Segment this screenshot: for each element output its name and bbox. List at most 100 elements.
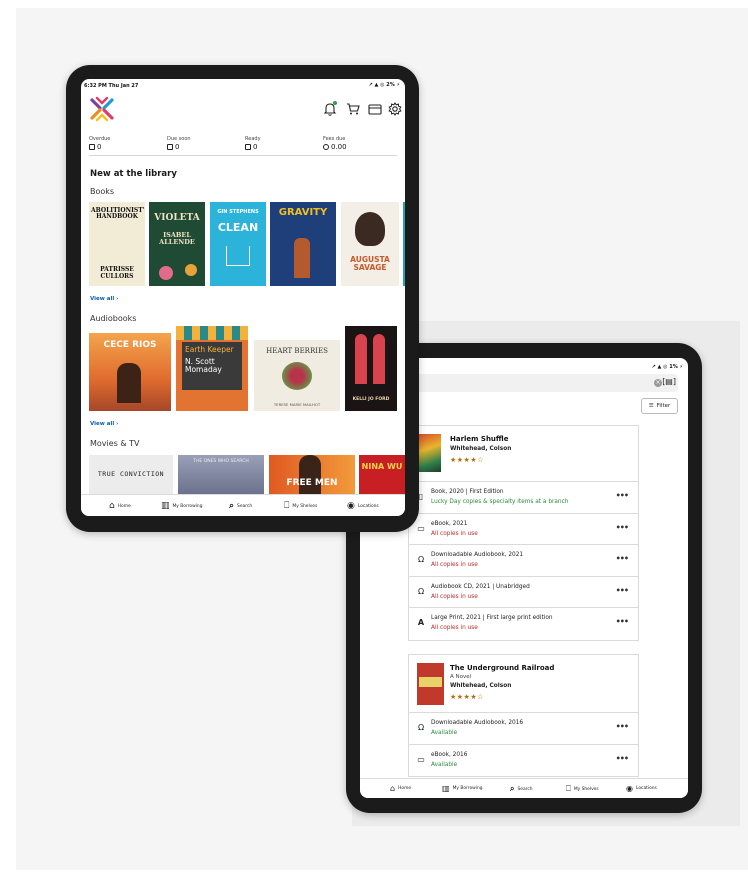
format-label: Book, 2020 | First Edition — [431, 489, 504, 495]
stat-overdue[interactable]: Overdue 0 — [89, 136, 110, 151]
result-card-harlem-shuffle[interactable]: Harlem Shuffle Whitehead, Colson ★★★★☆ ▯… — [408, 425, 639, 641]
cover-author: KELLI JO FORD — [352, 397, 390, 403]
status-icons: ↗ ▲ ◎ 1% ⚡ — [651, 364, 683, 370]
format-row[interactable]: ▭ eBook, 2016 Available ••• — [409, 745, 638, 777]
tab-label: My Borrowing — [452, 786, 483, 791]
bookmark-icon: ⎕ — [284, 501, 290, 511]
tab-my-borrowing[interactable]: ▥ My Borrowing — [442, 784, 483, 793]
view-all-books-link[interactable]: View all › — [90, 296, 118, 302]
filter-label: Filter — [656, 403, 671, 409]
more-options-icon[interactable]: ••• — [616, 523, 629, 532]
tab-label: Home — [117, 503, 131, 509]
stat-value: 0.00 — [331, 143, 347, 151]
tab-locations[interactable]: ◉ Locations — [347, 501, 379, 511]
home-screen: 6:32 PM Thu Jan 27 ↗ ▲ ◎ 2% ⚡ Overdue 0 … — [81, 79, 405, 516]
format-row[interactable]: ▭ eBook, 2021 All copies in use ••• — [409, 514, 638, 546]
status-icons: ↗ ▲ ◎ 2% ⚡ — [368, 82, 400, 88]
tab-home[interactable]: ⌂ Home — [390, 784, 411, 793]
tab-search[interactable]: ⌕ Search — [510, 784, 533, 794]
format-label: Downloadable Audiobook, 2016 — [431, 720, 524, 726]
account-stats: Overdue 0 Due soon 0 Ready 0 Fees due 0.… — [89, 136, 397, 156]
more-options-icon[interactable]: ••• — [616, 722, 629, 731]
borrowing-icon: ▥ — [442, 784, 450, 793]
result-header[interactable]: Harlem Shuffle Whitehead, Colson ★★★★☆ — [409, 426, 638, 482]
tab-my-shelves[interactable]: ⎕ My Shelves — [284, 501, 317, 511]
tab-my-shelves[interactable]: ⎕ My Shelves — [566, 784, 599, 794]
stat-ready[interactable]: Ready 0 — [245, 136, 261, 151]
star-rating: ★★★★☆ — [450, 693, 484, 701]
library-card-icon[interactable] — [367, 101, 383, 117]
tab-label: My Shelves — [573, 786, 599, 792]
result-author[interactable]: Whitehead, Colson — [450, 683, 511, 689]
barcode-scan-icon[interactable]: [▤] — [662, 377, 676, 386]
clock-icon — [89, 144, 95, 150]
stat-fees-due[interactable]: Fees due 0.00 — [323, 136, 347, 151]
book-cover[interactable]: AUGUSTA SAVAGE — [341, 202, 399, 286]
book-cover[interactable]: VIOLETA ISABEL ALLENDE — [149, 202, 205, 286]
tab-locations[interactable]: ◉ Locations — [626, 784, 657, 793]
book-cover-partial[interactable] — [403, 202, 405, 286]
more-options-icon[interactable]: ••• — [616, 554, 629, 563]
hold-shelf-icon — [245, 144, 251, 150]
availability-status: Lucky Day copies & specialty items at a … — [431, 499, 569, 505]
more-options-icon[interactable]: ••• — [616, 754, 629, 763]
more-options-icon[interactable]: ••• — [616, 617, 629, 626]
cover-title: CECE RIOS — [103, 340, 157, 350]
dollar-icon — [323, 144, 329, 150]
filter-button[interactable]: ☰ Filter — [641, 398, 678, 414]
audiobook-cover[interactable]: KELLI JO FORD — [345, 326, 397, 411]
tab-home[interactable]: ⌂ Home — [109, 501, 131, 511]
more-options-icon[interactable]: ••• — [616, 586, 629, 595]
format-row[interactable]: A Large Print, 2021 | First large print … — [409, 608, 638, 640]
format-row[interactable]: ▯ Book, 2020 | First Edition Lucky Day c… — [409, 482, 638, 514]
tab-label: Search — [517, 786, 533, 792]
tab-search[interactable]: ⌕ Search — [229, 501, 252, 511]
status-time: 6:32 PM Thu Jan 27 — [84, 83, 139, 89]
audiobook-cover[interactable]: Earth Keeper N. Scott Momaday — [176, 326, 248, 411]
cover-title: AUGUSTA SAVAGE — [350, 255, 390, 272]
result-header[interactable]: The Underground Railroad A Novel Whitehe… — [409, 655, 638, 713]
cart-icon[interactable] — [345, 101, 361, 117]
movie-cover[interactable]: NINA WU — [359, 455, 405, 495]
cover-title: FREE MEN — [286, 478, 338, 488]
tab-label: Locations — [635, 786, 657, 791]
settings-gear-icon[interactable] — [387, 101, 403, 117]
clear-search-button[interactable]: × — [654, 379, 662, 387]
availability-status: All copies in use — [431, 625, 478, 632]
stat-value: 0 — [97, 143, 102, 151]
tab-my-borrowing[interactable]: ▥ My Borrowing — [161, 501, 203, 511]
home-icon: ⌂ — [390, 784, 396, 793]
movie-cover[interactable]: THE ONES WHO SEARCH — [178, 455, 264, 495]
tab-label: My Shelves — [292, 503, 318, 509]
more-options-icon[interactable]: ••• — [616, 491, 629, 500]
tablet-icon: ▭ — [417, 523, 425, 533]
search-icon: ⌕ — [510, 784, 515, 793]
result-card-underground-railroad[interactable]: The Underground Railroad A Novel Whitehe… — [408, 654, 639, 778]
result-author[interactable]: Whitehead, Colson — [450, 446, 511, 452]
book-cover[interactable]: ABOLITIONIST'S HANDBOOK PATRISSE CULLORS — [89, 202, 145, 286]
borrowing-icon: ▥ — [161, 501, 170, 511]
book-cover-underground-railroad[interactable] — [417, 663, 444, 705]
library-logo-icon[interactable] — [89, 96, 115, 122]
result-title[interactable]: The Underground Railroad — [450, 664, 554, 672]
result-title[interactable]: Harlem Shuffle — [450, 435, 508, 443]
book-cover[interactable]: GRAVITY — [270, 202, 336, 286]
book-cover[interactable]: GIN STEPHENS CLEAN — [210, 202, 266, 286]
view-all-audiobooks-link[interactable]: View all › — [90, 421, 118, 427]
cover-title: NINA WU — [361, 462, 403, 471]
notifications-bell-icon[interactable] — [322, 101, 338, 117]
audiobook-cover[interactable]: CECE RIOS — [89, 333, 171, 411]
format-row[interactable]: Ω Audiobook CD, 2021 | Unabridged All co… — [409, 577, 638, 609]
audiobook-cover[interactable]: HEART BERRIES TERESE MARIE MAILHOT — [254, 340, 340, 411]
section-title: New at the library — [90, 169, 177, 179]
format-row[interactable]: Ω Downloadable Audiobook, 2021 All copie… — [409, 545, 638, 577]
movie-cover[interactable]: FREE MEN — [269, 455, 355, 495]
cover-title: THE ONES WHO SEARCH — [193, 459, 249, 464]
format-row[interactable]: Ω Downloadable Audiobook, 2016 Available… — [409, 713, 638, 745]
book-cover-harlem-shuffle[interactable] — [417, 434, 441, 472]
cover-author: TERESE MARIE MAILHOT — [273, 402, 321, 408]
movie-cover[interactable]: TRUE CONVICTION — [89, 455, 173, 495]
stat-due-soon[interactable]: Due soon 0 — [167, 136, 191, 151]
calendar-icon — [167, 144, 173, 150]
cover-title: VIOLETA — [154, 213, 200, 223]
